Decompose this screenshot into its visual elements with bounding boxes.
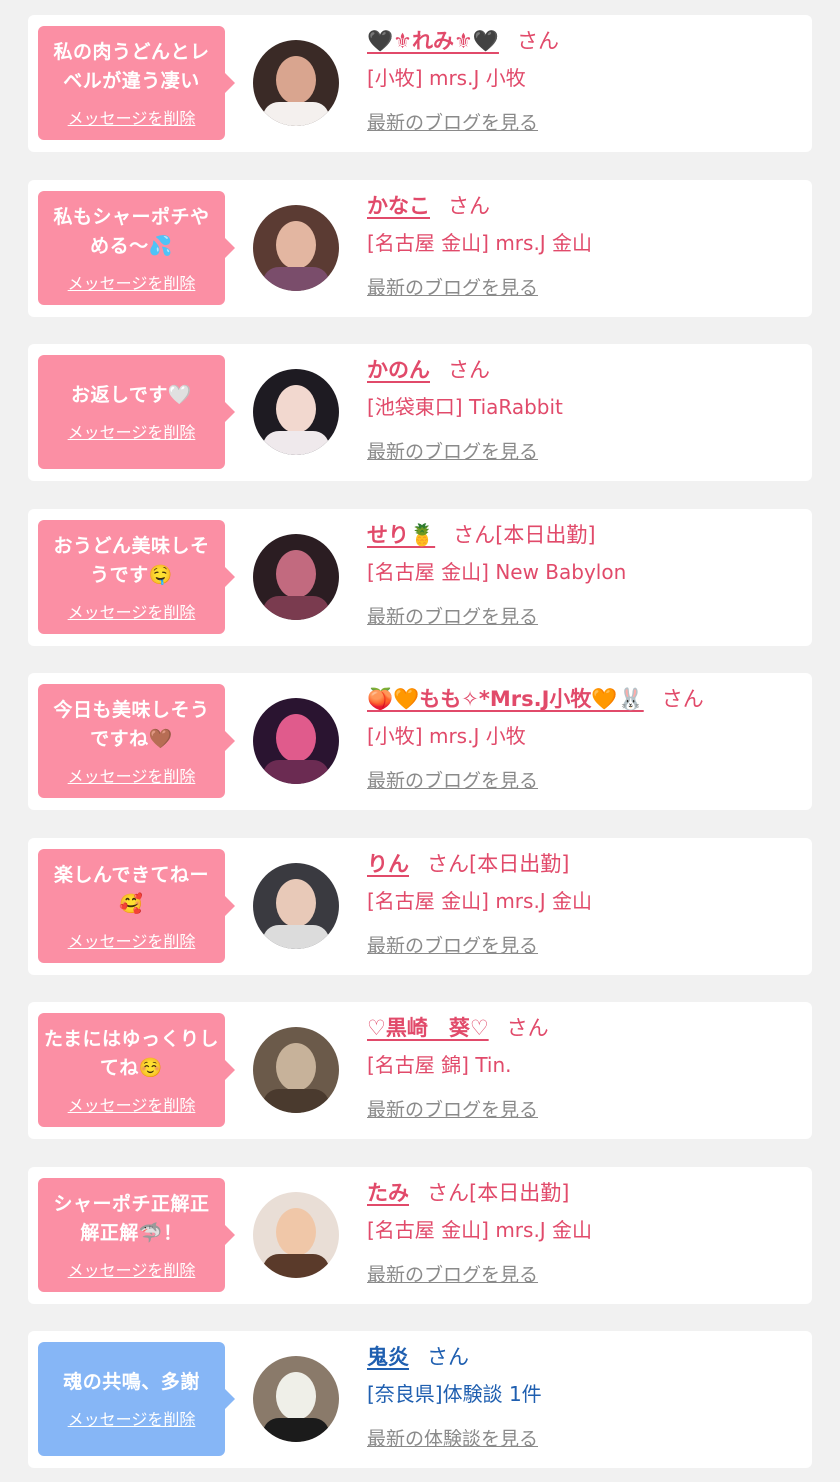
- sender-info: せり🍍 さん[本日出勤] [名古屋 金山] New Babylon 最新のブログを見る: [367, 520, 802, 629]
- sender-name-link[interactable]: たみ: [367, 1181, 409, 1205]
- message-bubble: シャーポチ正解正解正解🦈！ メッセージを削除: [38, 1178, 235, 1292]
- avatar[interactable]: [253, 698, 339, 784]
- shop-label: [名古屋 錦] Tin.: [367, 1053, 512, 1077]
- message-text: 魂の共鳴、多謝: [63, 1371, 200, 1393]
- message-bubble: たまにはゆっくりしてね☺️ メッセージを削除: [38, 1013, 235, 1127]
- message-card: 魂の共鳴、多謝 メッセージを削除 鬼炎 さん [奈良県]体験談 1件 最新の体験談を見る: [28, 1331, 812, 1468]
- avatar[interactable]: [253, 1027, 339, 1113]
- avatar[interactable]: [253, 369, 339, 455]
- message-text: 私の肉うどんとレベルが違う凄い: [53, 40, 210, 92]
- delete-message-link[interactable]: メッセージを削除: [68, 419, 196, 443]
- delete-message-link[interactable]: メッセージを削除: [68, 1406, 196, 1430]
- honorific-label: さん: [506, 1016, 549, 1040]
- sender-info: 🖤⚜れみ⚜🖤 さん [小牧] mrs.J 小牧 最新のブログを見る: [367, 26, 802, 135]
- sender-info: りん さん[本日出勤] [名古屋 金山] mrs.J 金山 最新のブログを見る: [367, 849, 802, 958]
- avatar[interactable]: [253, 863, 339, 949]
- honorific-label: さん[本日出勤]: [453, 523, 596, 547]
- message-card: 楽しんできてねー🥰 メッセージを削除 りん さん[本日出勤] [名古屋 金山] mrs.…: [28, 838, 812, 975]
- message-card: 私もシャーポチやめる〜💦 メッセージを削除 かなこ さん [名古屋 金山] mrs.J …: [28, 180, 812, 317]
- sender-name-link[interactable]: 鬼炎: [367, 1345, 409, 1369]
- message-card: シャーポチ正解正解正解🦈！ メッセージを削除 たみ さん[本日出勤] [名古屋 金山] …: [28, 1167, 812, 1304]
- honorific-label: さん[本日出勤]: [427, 1181, 570, 1205]
- view-latest-link[interactable]: 最新の体験談を見る: [367, 1424, 538, 1451]
- shop-label: [名古屋 金山] mrs.J 金山: [367, 231, 593, 255]
- shop-label: [池袋東口] TiaRabbit: [367, 395, 563, 419]
- delete-message-link[interactable]: メッセージを削除: [68, 105, 196, 129]
- message-bubble: 私の肉うどんとレベルが違う凄いメッセージを削除: [38, 26, 235, 140]
- message-text: 楽しんできてねー🥰: [53, 863, 210, 915]
- honorific-label: さん: [661, 687, 704, 711]
- delete-message-link[interactable]: メッセージを削除: [68, 599, 196, 623]
- view-latest-link[interactable]: 最新のブログを見る: [367, 1095, 538, 1122]
- message-bubble: おうどん美味しそうです🤤 メッセージを削除: [38, 520, 235, 634]
- name-row: ♡黒崎 葵♡ さん: [367, 1013, 802, 1043]
- avatar[interactable]: [253, 1356, 339, 1442]
- sender-name-link[interactable]: 🖤⚜れみ⚜🖤: [367, 29, 499, 53]
- sender-name-link[interactable]: ♡黒崎 葵♡: [367, 1016, 489, 1040]
- message-text: 私もシャーポチやめる〜💦: [53, 205, 210, 257]
- view-latest-link[interactable]: 最新のブログを見る: [367, 766, 538, 793]
- name-row: かなこ さん: [367, 191, 802, 221]
- avatar[interactable]: [253, 205, 339, 291]
- name-row: 🖤⚜れみ⚜🖤 さん: [367, 26, 802, 56]
- sender-name-link[interactable]: りん: [367, 852, 409, 876]
- honorific-label: さん[本日出勤]: [427, 852, 570, 876]
- message-text: お返しです🤍: [70, 384, 193, 406]
- delete-message-link[interactable]: メッセージを削除: [68, 763, 196, 787]
- message-bubble: 魂の共鳴、多謝 メッセージを削除: [38, 1342, 235, 1456]
- delete-message-link[interactable]: メッセージを削除: [68, 928, 196, 952]
- sender-name-link[interactable]: 🍑🧡もも✧*Mrs.J小牧🧡🐰: [367, 687, 644, 711]
- message-card: たまにはゆっくりしてね☺️ メッセージを削除 ♡黒崎 葵♡ さん [名古屋 錦] Tin…: [28, 1002, 812, 1139]
- shop-label: [名古屋 金山] mrs.J 金山: [367, 889, 593, 913]
- sender-info: 🍑🧡もも✧*Mrs.J小牧🧡🐰 さん [小牧] mrs.J 小牧 最新のブログを見る: [367, 684, 802, 793]
- avatar[interactable]: [253, 534, 339, 620]
- shop-label: [名古屋 金山] New Babylon: [367, 560, 627, 584]
- view-latest-link[interactable]: 最新のブログを見る: [367, 108, 538, 135]
- message-bubble: 今日も美味しそうですね🤎 メッセージを削除: [38, 684, 235, 798]
- shop-label: [小牧] mrs.J 小牧: [367, 724, 526, 748]
- honorific-label: さん: [448, 194, 490, 218]
- avatar[interactable]: [253, 40, 339, 126]
- delete-message-link[interactable]: メッセージを削除: [68, 1092, 196, 1116]
- sender-info: 鬼炎 さん [奈良県]体験談 1件 最新の体験談を見る: [367, 1342, 802, 1451]
- sender-name-link[interactable]: かなこ: [367, 194, 430, 218]
- view-latest-link[interactable]: 最新のブログを見る: [367, 602, 538, 629]
- message-card: 今日も美味しそうですね🤎 メッセージを削除 🍑🧡もも✧*Mrs.J小牧🧡🐰 さん [小牧…: [28, 673, 812, 810]
- message-bubble: お返しです🤍 メッセージを削除: [38, 355, 235, 469]
- view-latest-link[interactable]: 最新のブログを見る: [367, 437, 538, 464]
- message-card: おうどん美味しそうです🤤 メッセージを削除 せり🍍 さん[本日出勤] [名古屋 金山] …: [28, 509, 812, 646]
- delete-message-link[interactable]: メッセージを削除: [68, 270, 196, 294]
- view-latest-link[interactable]: 最新のブログを見る: [367, 1260, 538, 1287]
- avatar[interactable]: [253, 1192, 339, 1278]
- name-row: かのん さん: [367, 355, 802, 385]
- view-latest-link[interactable]: 最新のブログを見る: [367, 931, 538, 958]
- message-text: おうどん美味しそうです🤤: [53, 534, 210, 586]
- shop-label: [小牧] mrs.J 小牧: [367, 66, 526, 90]
- honorific-label: さん: [448, 358, 490, 382]
- name-row: たみ さん[本日出勤]: [367, 1178, 802, 1208]
- message-bubble: 楽しんできてねー🥰 メッセージを削除: [38, 849, 235, 963]
- name-row: りん さん[本日出勤]: [367, 849, 802, 879]
- sender-info: かなこ さん [名古屋 金山] mrs.J 金山 最新のブログを見る: [367, 191, 802, 300]
- message-card: 私の肉うどんとレベルが違う凄いメッセージを削除 🖤⚜れみ⚜🖤 さん [小牧] mrs.…: [28, 15, 812, 152]
- message-text: シャーポチ正解正解正解🦈！: [53, 1192, 210, 1244]
- sender-name-link[interactable]: せり🍍: [367, 523, 435, 547]
- delete-message-link[interactable]: メッセージを削除: [68, 1257, 196, 1281]
- shop-label: [名古屋 金山] mrs.J 金山: [367, 1218, 593, 1242]
- shop-label: [奈良県]体験談 1件: [367, 1382, 542, 1406]
- view-latest-link[interactable]: 最新のブログを見る: [367, 273, 538, 300]
- honorific-label: さん: [427, 1345, 469, 1369]
- message-bubble: 私もシャーポチやめる〜💦 メッセージを削除: [38, 191, 235, 305]
- sender-info: かのん さん [池袋東口] TiaRabbit 最新のブログを見る: [367, 355, 802, 464]
- name-row: せり🍍 さん[本日出勤]: [367, 520, 802, 550]
- name-row: 🍑🧡もも✧*Mrs.J小牧🧡🐰 さん: [367, 684, 802, 714]
- name-row: 鬼炎 さん: [367, 1342, 802, 1372]
- sender-name-link[interactable]: かのん: [367, 358, 430, 382]
- sender-info: たみ さん[本日出勤] [名古屋 金山] mrs.J 金山 最新のブログを見る: [367, 1178, 802, 1287]
- message-text: 今日も美味しそうですね🤎: [53, 698, 210, 750]
- message-text: たまにはゆっくりしてね☺️: [44, 1027, 219, 1079]
- message-card: お返しです🤍 メッセージを削除 かのん さん [池袋東口] TiaRabbit 最新のブロ…: [28, 344, 812, 481]
- honorific-label: さん: [516, 29, 559, 53]
- sender-info: ♡黒崎 葵♡ さん [名古屋 錦] Tin. 最新のブログを見る: [367, 1013, 802, 1122]
